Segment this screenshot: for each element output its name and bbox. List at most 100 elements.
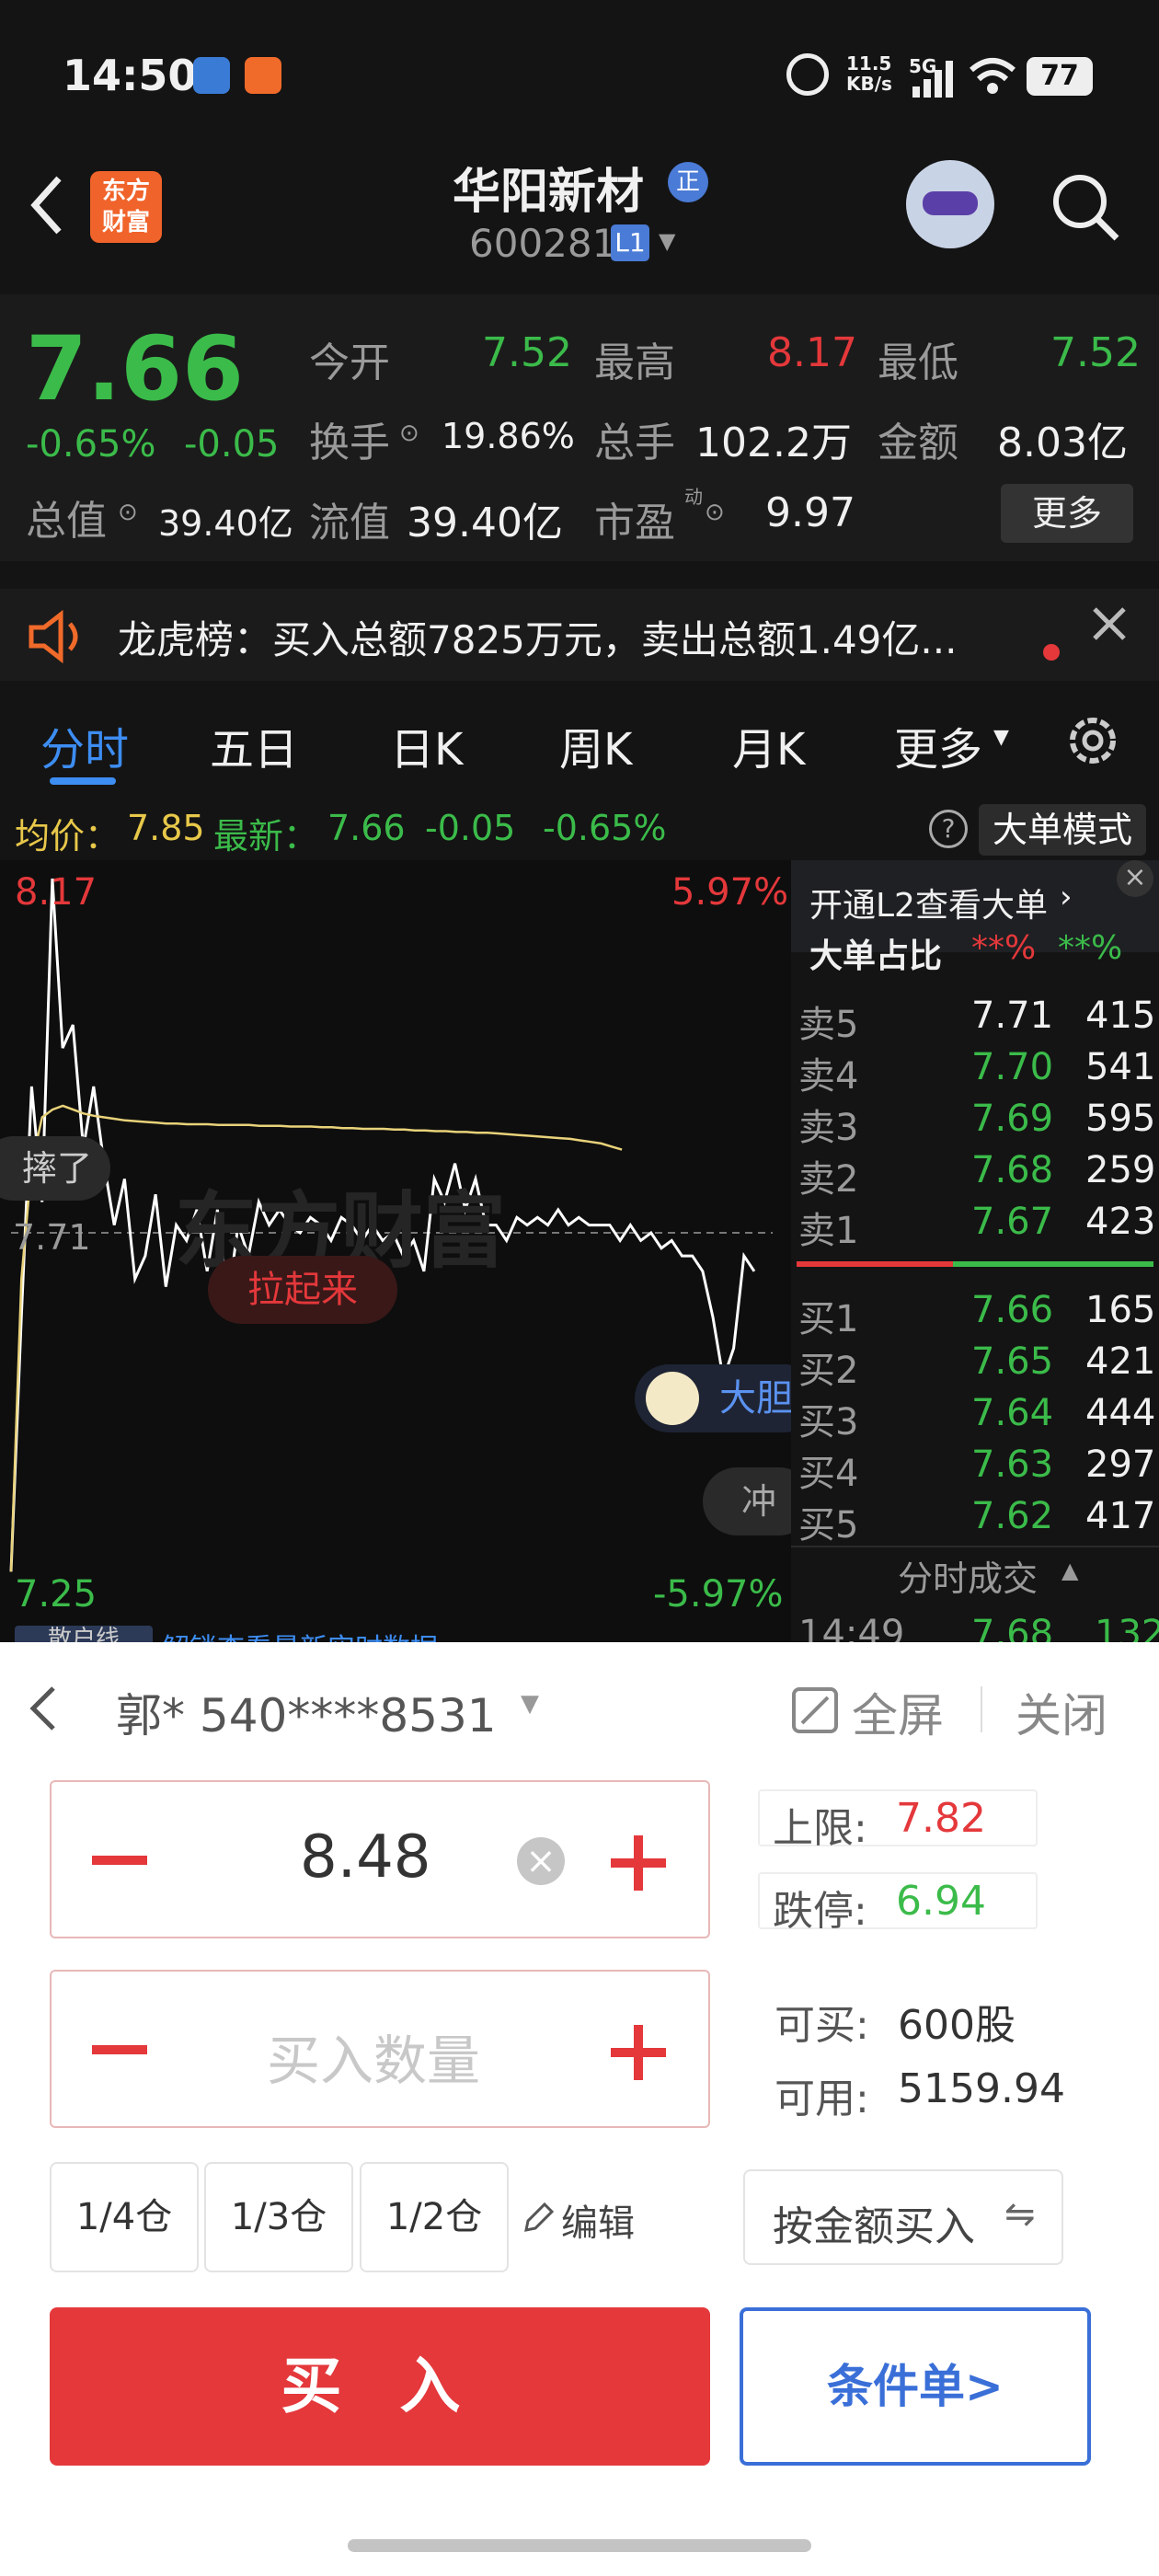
close-panel-button[interactable]: 关闭: [1016, 1679, 1107, 1745]
ask-row: 卖5 7.71 415: [798, 995, 1156, 1046]
status-bar: 14:50 11.5 KB/s 5G 77: [0, 0, 1159, 147]
big-order-sell-ratio: **%: [1058, 929, 1123, 967]
buy-button[interactable]: 买 入: [50, 2307, 710, 2466]
total-value: 39.40亿: [158, 503, 293, 544]
low-label: 最低: [878, 339, 958, 386]
buy-by-amount-button[interactable]: 按金额买入 ⇋: [743, 2169, 1063, 2265]
info-icon[interactable]: ⊙: [705, 499, 725, 526]
price-input-box[interactable]: 8.48 ×: [50, 1780, 710, 1938]
clear-icon[interactable]: ×: [517, 1837, 565, 1885]
alarm-icon: [786, 53, 829, 96]
brand-logo[interactable]: 东方 财富: [90, 171, 162, 243]
y-axis-low-label: 7.25: [15, 1573, 98, 1616]
close-icon[interactable]: ×: [1117, 860, 1153, 897]
fullscreen-button[interactable]: 全屏: [852, 1679, 944, 1745]
notice-text[interactable]: 龙虎榜：买入总额7825万元，卖出总额1.49亿...: [118, 609, 957, 665]
minus-icon[interactable]: [92, 1856, 147, 1865]
comment-bubble[interactable]: 摔了: [0, 1136, 110, 1201]
limit-down-box: 跌停: 6.94: [758, 1872, 1038, 1935]
close-icon[interactable]: [1091, 605, 1128, 642]
tab-more[interactable]: 更多: [894, 713, 982, 777]
account-selector[interactable]: 郭* 540****8531: [116, 1679, 497, 1745]
turnover-value: 19.86%: [442, 416, 575, 456]
pencil-icon[interactable]: [521, 2201, 556, 2236]
more-button[interactable]: 更多: [1001, 484, 1133, 543]
unread-dot: [1043, 644, 1060, 661]
upper-limit-label: 上限:: [773, 1805, 867, 1852]
notice-bar[interactable]: 龙虎榜：买入总额7825万元，卖出总额1.49亿...: [0, 589, 1159, 681]
order-book: 开通L2查看大单 › × 大单占比 **% **% 卖5 7.71 415 卖4…: [791, 860, 1159, 1655]
minus-icon[interactable]: [92, 2045, 147, 2054]
quantity-input-box[interactable]: 买入数量: [50, 1970, 710, 2128]
open-label: 今开: [309, 339, 390, 386]
can-buy-value: 600股: [898, 2002, 1016, 2049]
tab-five-day[interactable]: 五日: [210, 713, 298, 777]
bull-mascot-icon: [646, 1372, 699, 1425]
low-value: 7.52: [1050, 329, 1141, 376]
intraday-chart[interactable]: 东方财富 8.17 5.97% 7.25 -5.97% 7.71 摔了 拉起来 …: [0, 860, 819, 1665]
gear-icon[interactable]: [1060, 707, 1126, 774]
current-price: 7.66: [26, 317, 244, 420]
pe-value: 9.97: [765, 489, 855, 536]
chart-info-bar: 均价： 7.85 最新： 7.66 -0.05 -0.65% ? 大单模式: [0, 800, 1159, 860]
conditional-order-button[interactable]: 条件单>: [740, 2307, 1091, 2466]
level-badge[interactable]: L1: [611, 224, 649, 261]
battery-indicator: 77: [1027, 57, 1093, 96]
bid-row: 买5 7.62 417: [798, 1495, 1156, 1547]
robot-assistant-icon[interactable]: [906, 160, 994, 248]
float-value-label: 流值: [309, 500, 390, 546]
stock-header: 东方 财富 华阳新材 正 600281 L1 ▼: [0, 147, 1159, 281]
tab-weekly-k[interactable]: 周K: [559, 713, 632, 777]
tab-monthly-k[interactable]: 月K: [732, 713, 805, 777]
back-arrow-icon[interactable]: [26, 1681, 63, 1736]
change-amount: -0.05: [184, 423, 280, 466]
comment-bubble[interactable]: 拉起来: [208, 1256, 397, 1324]
change-percent: -0.65%: [26, 423, 156, 466]
buy-sell-ratio-bar-green: [953, 1261, 1153, 1267]
back-arrow-icon[interactable]: [26, 173, 68, 237]
app-notification-icon-2: [245, 57, 281, 94]
ask-row: 卖1 7.67 423: [798, 1201, 1156, 1252]
position-quarter-button[interactable]: 1/4仓: [50, 2162, 199, 2272]
available-label: 可用:: [775, 2076, 869, 2122]
edit-button[interactable]: 编辑: [561, 2193, 635, 2247]
pe-label: 市盈: [594, 500, 675, 546]
tab-intraday[interactable]: 分时: [40, 713, 129, 777]
total-value-label: 总值: [26, 498, 107, 545]
ask-row: 卖4 7.70 541: [798, 1046, 1156, 1098]
available-value: 5159.94: [898, 2065, 1065, 2112]
caret-down-icon[interactable]: ▼: [993, 726, 1009, 749]
quantity-input[interactable]: 买入数量: [267, 2018, 480, 2095]
plus-icon[interactable]: [611, 2025, 666, 2080]
big-order-mode-button[interactable]: 大单模式: [979, 804, 1146, 856]
big-order-buy-ratio: **%: [971, 929, 1037, 967]
tab-daily-k[interactable]: 日K: [390, 713, 463, 777]
latest-value: 7.66: [327, 808, 406, 848]
stock-name[interactable]: 华阳新材: [453, 153, 644, 222]
high-value: 8.17: [767, 329, 857, 376]
amount-value: 8.03亿: [997, 420, 1128, 466]
home-indicator[interactable]: [348, 2539, 811, 2552]
l2-upgrade-link[interactable]: 开通L2查看大单: [809, 879, 1048, 926]
fullscreen-icon[interactable]: [791, 1686, 839, 1734]
plus-icon[interactable]: [611, 1835, 666, 1891]
help-icon[interactable]: ?: [929, 810, 968, 848]
price-input[interactable]: 8.48: [300, 1823, 431, 1892]
info-icon[interactable]: ⊙: [118, 499, 138, 526]
caret-up-icon[interactable]: ▲: [1061, 1558, 1078, 1583]
divider: [791, 1546, 1159, 1547]
info-icon[interactable]: ⊙: [399, 420, 419, 447]
status-time: 14:50: [63, 51, 198, 100]
chevron-down-icon[interactable]: ▼: [521, 1690, 539, 1718]
pe-sup: 动: [684, 486, 703, 508]
chevron-right-icon[interactable]: ›: [1060, 879, 1073, 915]
search-icon[interactable]: [1049, 170, 1122, 244]
position-third-button[interactable]: 1/3仓: [204, 2162, 353, 2272]
buy-sell-ratio-bar-red: [797, 1261, 953, 1267]
chevron-down-icon[interactable]: ▼: [659, 228, 675, 254]
upper-limit-value: 7.82: [896, 1795, 986, 1842]
ask-row: 卖2 7.68 259: [798, 1149, 1156, 1201]
position-half-button[interactable]: 1/2仓: [360, 2162, 509, 2272]
latest-change-percent: -0.65%: [543, 808, 667, 848]
tick-trades-label[interactable]: 分时成交: [898, 1550, 1038, 1601]
